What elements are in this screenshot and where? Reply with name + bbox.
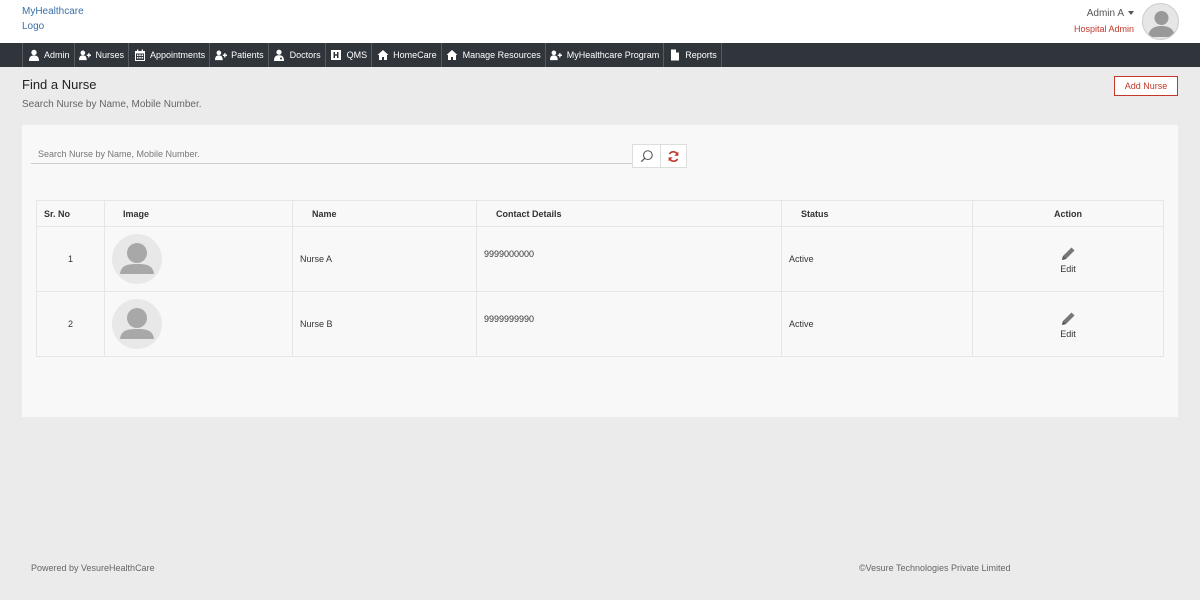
table-row: 2 Nurse B 9999999990 Active Edit [36,291,1164,357]
main-navbar: Admin Nurses Appointments Patients Docto… [0,43,1200,67]
top-bar: MyHealthcare Logo Admin A Hospital Admin [0,0,1200,43]
brand-logo[interactable]: MyHealthcare Logo [22,4,84,34]
cell-srno: 1 [36,226,105,292]
search-button[interactable] [632,144,661,168]
nav-item-admin[interactable]: Admin [22,43,75,67]
cell-image [104,226,293,292]
user-avatar[interactable] [1142,3,1179,40]
nav-label: HomeCare [393,50,437,60]
refresh-icon [668,150,679,162]
footer-powered-by: Powered by VesureHealthCare [31,563,155,573]
nav-item-nurses[interactable]: Nurses [75,43,130,67]
user-name: Admin A [1086,8,1124,19]
edit-label: Edit [1060,328,1076,339]
hospital-icon [330,49,343,61]
nurse-table: Sr. No Image Name Contact Details Status… [36,200,1164,357]
search-bar [31,144,687,168]
nurse-avatar [112,234,162,284]
pencil-icon [1062,247,1075,260]
cell-action: Edit [972,226,1164,292]
footer-copyright: ©Vesure Technologies Private Limited [859,563,1011,573]
cell-name: Nurse A [292,226,477,292]
cell-name: Nurse B [292,291,477,357]
nav-label: Appointments [150,50,206,60]
cell-action: Edit [972,291,1164,357]
col-header-action: Action [972,200,1164,227]
nav-label: MyHealthcare Program [566,50,660,60]
nav-item-qms[interactable]: QMS [326,43,373,67]
nav-item-reports[interactable]: Reports [664,43,722,67]
avatar-person-icon [120,243,154,274]
user-plus-icon [214,49,227,61]
nav-item-doctors[interactable]: Doctors [269,43,326,67]
nav-label: Patients [231,50,264,60]
file-icon [668,49,681,61]
edit-label: Edit [1060,263,1076,274]
cell-status: Active [781,291,973,357]
nav-label: Reports [685,50,717,60]
doctor-icon [273,49,286,61]
reset-button[interactable] [661,144,687,168]
search-input[interactable] [31,144,632,164]
add-nurse-button[interactable]: Add Nurse [1114,76,1178,96]
nav-label: Admin [44,50,70,60]
col-header-name: Name [292,200,477,227]
user-plus-icon [79,49,92,61]
brand-line-2: Logo [22,21,45,32]
col-header-srno: Sr. No [36,200,105,227]
brand-line-1: MyHealthcare [22,6,84,17]
caret-down-icon [1128,11,1134,16]
cell-srno: 2 [36,291,105,357]
cell-status: Active [781,226,973,292]
edit-button[interactable]: Edit [973,245,1163,274]
col-header-image: Image [104,200,293,227]
nav-label: QMS [346,50,368,60]
user-icon [27,49,40,61]
page-subtitle: Search Nurse by Name, Mobile Number. [22,99,202,110]
user-plus-icon [550,49,563,61]
cell-contact: 9999999990 [476,291,782,357]
home-icon [446,49,459,61]
nav-item-manage-resources[interactable]: Manage Resources [442,43,546,67]
nav-item-homecare[interactable]: HomeCare [372,43,442,67]
calendar-icon [133,49,146,61]
cell-image [104,291,293,357]
nav-item-myhealthcare-program[interactable]: MyHealthcare Program [546,43,665,67]
nav-label: Doctors [289,50,321,60]
page-title: Find a Nurse [22,77,97,92]
user-menu[interactable]: Admin A Hospital Admin [1074,8,1134,36]
nurse-avatar [112,299,162,349]
pencil-icon [1062,312,1075,325]
nav-item-patients[interactable]: Patients [210,43,269,67]
col-header-contact: Contact Details [476,200,782,227]
avatar-person-icon [1148,11,1175,37]
table-header-row: Sr. No Image Name Contact Details Status… [36,200,1164,227]
user-role: Hospital Admin [1073,24,1134,34]
nav-label: Nurses [95,50,125,60]
edit-button[interactable]: Edit [973,310,1163,339]
home-icon [376,49,389,61]
search-icon [640,150,653,163]
col-header-status: Status [781,200,973,227]
avatar-person-icon [120,308,154,339]
nav-label: Manage Resources [462,50,541,60]
cell-contact: 9999000000 [476,226,782,292]
table-row: 1 Nurse A 9999000000 Active Edit [36,226,1164,292]
nurse-list-card: Sr. No Image Name Contact Details Status… [22,125,1178,417]
nav-item-appointments[interactable]: Appointments [129,43,211,67]
